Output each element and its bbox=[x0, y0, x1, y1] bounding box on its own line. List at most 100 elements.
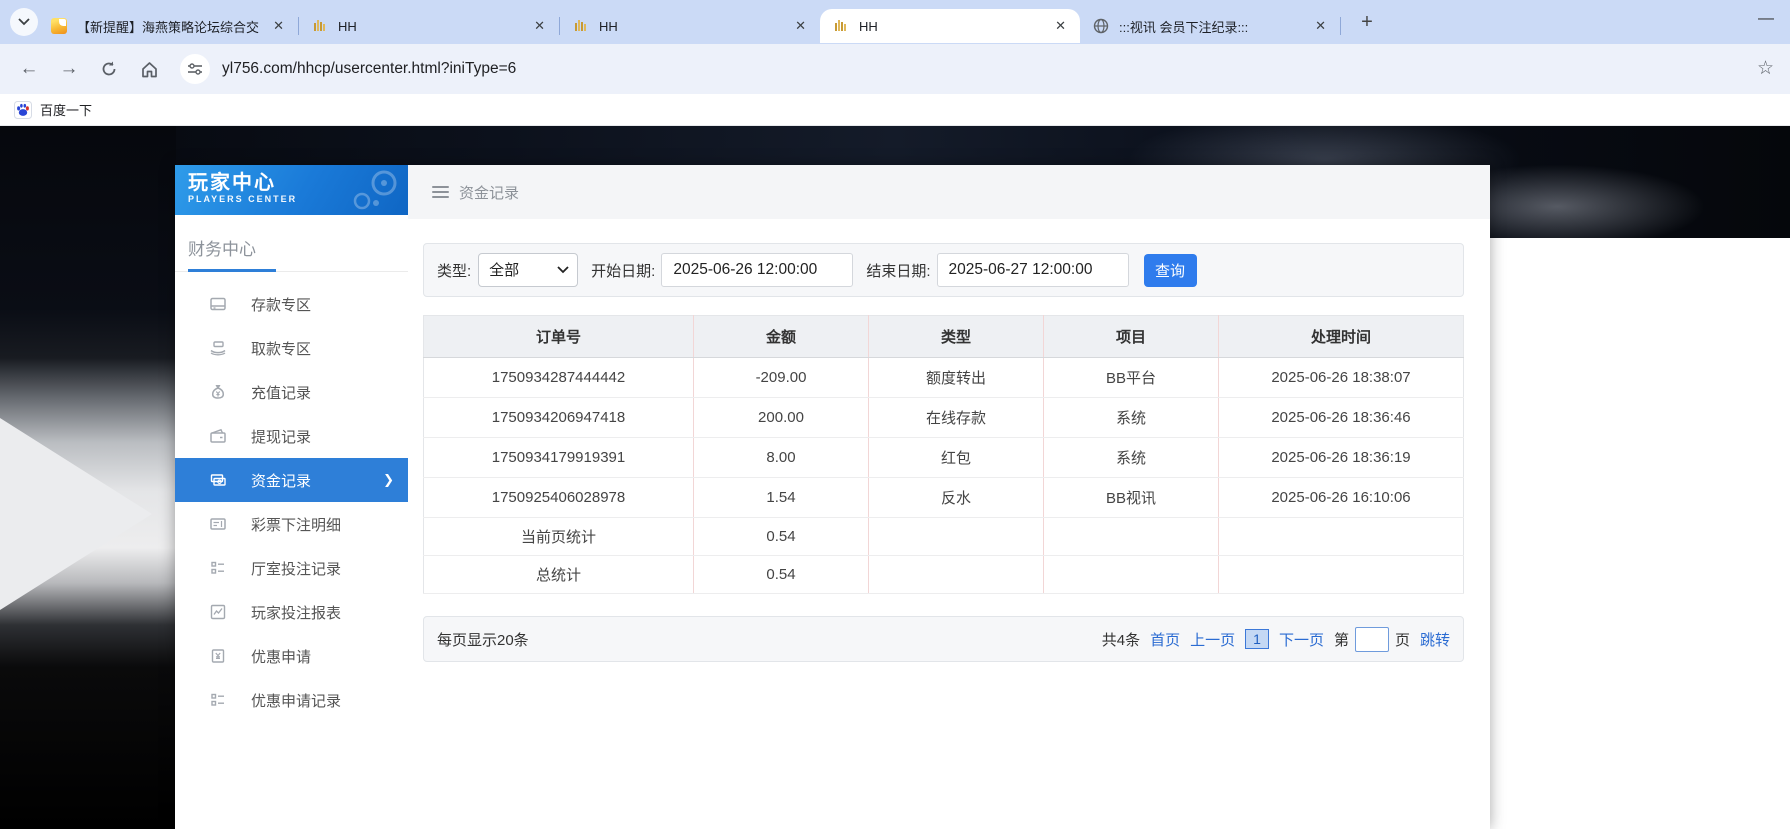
sidebar-item-deposit[interactable]: 存款专区 bbox=[175, 282, 408, 326]
withdraw-hand-icon bbox=[209, 339, 227, 357]
tab-hh-active[interactable]: HH ✕ bbox=[820, 9, 1080, 43]
tab-video-records[interactable]: :::视讯 会员下注纪录::: ✕ bbox=[1080, 9, 1340, 43]
tab-close-icon[interactable]: ✕ bbox=[269, 16, 288, 36]
cell-label: 当前页统计 bbox=[424, 518, 694, 556]
deposit-card-icon bbox=[209, 295, 227, 313]
col-process-time: 处理时间 bbox=[1219, 316, 1464, 358]
menu-icon[interactable] bbox=[432, 186, 449, 198]
cell-order-id: 1750934179919391 bbox=[424, 438, 694, 478]
cell-process-time: 2025-06-26 16:10:06 bbox=[1219, 478, 1464, 518]
sidebar-item-label: 玩家投注报表 bbox=[251, 602, 341, 623]
prev-page-link[interactable]: 上一页 bbox=[1190, 629, 1235, 650]
cell-project: BB平台 bbox=[1044, 358, 1219, 398]
col-project: 项目 bbox=[1044, 316, 1219, 358]
page-title: 资金记录 bbox=[459, 182, 519, 203]
tab-title: HH bbox=[599, 19, 791, 34]
sidebar-item-label: 存款专区 bbox=[251, 294, 311, 315]
sidebar-item-withdraw-zone[interactable]: 取款专区 bbox=[175, 326, 408, 370]
cell-amount: 0.54 bbox=[694, 556, 869, 594]
sidebar-item-withdraw-records[interactable]: 提现记录 bbox=[175, 414, 408, 458]
report-chart-icon bbox=[209, 603, 227, 621]
cell-amount: 0.54 bbox=[694, 518, 869, 556]
cell-process-time: 2025-06-26 18:36:46 bbox=[1219, 398, 1464, 438]
tab-close-icon[interactable]: ✕ bbox=[791, 16, 810, 36]
col-type: 类型 bbox=[869, 316, 1044, 358]
sidebar-header: 玩家中心 PLAYERS CENTER bbox=[175, 165, 408, 215]
ticket-icon bbox=[209, 515, 227, 533]
cell-amount: 1.54 bbox=[694, 478, 869, 518]
sidebar-item-promo-records[interactable]: 优惠申请记录 bbox=[175, 678, 408, 722]
back-icon[interactable]: ← bbox=[18, 58, 40, 80]
funds-table: 订单号 金额 类型 项目 处理时间 1750934287444442 -209.… bbox=[423, 315, 1464, 594]
sidebar-item-funds-records[interactable]: 资金记录 ❯ bbox=[175, 458, 408, 502]
address-bar[interactable]: yl756.com/hhcp/usercenter.html?iniType=6 bbox=[222, 60, 516, 78]
tab-close-icon[interactable]: ✕ bbox=[1051, 16, 1070, 36]
sidebar-item-recharge-records[interactable]: 充值记录 bbox=[175, 370, 408, 414]
tab-hh-2[interactable]: HH ✕ bbox=[560, 9, 820, 43]
background-wedge-shape bbox=[0, 418, 152, 610]
tab-search-button[interactable] bbox=[10, 8, 38, 36]
cell-empty bbox=[1044, 556, 1219, 594]
chevron-down-icon bbox=[18, 18, 30, 26]
hh-gold-icon bbox=[311, 17, 329, 35]
gamepad-icon bbox=[346, 169, 400, 215]
promo-icon bbox=[209, 647, 227, 665]
sidebar-item-label: 取款专区 bbox=[251, 338, 311, 359]
type-select[interactable]: 全部 bbox=[478, 253, 578, 287]
end-date-input[interactable] bbox=[937, 253, 1129, 287]
jump-suffix-label: 页 bbox=[1395, 629, 1410, 650]
sidebar-item-label: 优惠申请记录 bbox=[251, 690, 341, 711]
table-row: 1750925406028978 1.54 反水 BB视讯 2025-06-26… bbox=[424, 478, 1464, 518]
next-page-link[interactable]: 下一页 bbox=[1279, 629, 1324, 650]
tab-forum[interactable]: 【新提醒】海燕策略论坛综合交 ✕ bbox=[38, 9, 298, 43]
cell-type: 反水 bbox=[869, 478, 1044, 518]
bookmark-item-baidu[interactable]: 百度一下 bbox=[40, 100, 92, 119]
sidebar-item-player-report[interactable]: 玩家投注报表 bbox=[175, 590, 408, 634]
globe-icon bbox=[1092, 17, 1110, 35]
cell-empty bbox=[1044, 518, 1219, 556]
tab-close-icon[interactable]: ✕ bbox=[1311, 16, 1330, 36]
tab-divider bbox=[1340, 17, 1341, 35]
bookmark-star-icon[interactable]: ☆ bbox=[1757, 57, 1774, 80]
jump-page-input[interactable] bbox=[1355, 627, 1389, 652]
site-info-icon[interactable] bbox=[180, 54, 210, 84]
promo-list-icon bbox=[209, 691, 227, 709]
table-row-grand-total: 总统计 0.54 bbox=[424, 556, 1464, 594]
page-header: 资金记录 bbox=[408, 165, 1490, 219]
table-row: 1750934206947418 200.00 在线存款 系统 2025-06-… bbox=[424, 398, 1464, 438]
col-amount: 金额 bbox=[694, 316, 869, 358]
sidebar-item-lottery-details[interactable]: 彩票下注明细 bbox=[175, 502, 408, 546]
sidebar-menu: 存款专区 取款专区 充值记录 bbox=[175, 272, 408, 722]
forward-icon[interactable]: → bbox=[58, 58, 80, 80]
tab-hh-1[interactable]: HH ✕ bbox=[299, 9, 559, 43]
sidebar-item-label: 资金记录 bbox=[251, 470, 311, 491]
sidebar-item-hall-bet-records[interactable]: 厅室投注记录 bbox=[175, 546, 408, 590]
cell-order-id: 1750934206947418 bbox=[424, 398, 694, 438]
cell-process-time: 2025-06-26 18:38:07 bbox=[1219, 358, 1464, 398]
first-page-link[interactable]: 首页 bbox=[1150, 629, 1180, 650]
minimize-button[interactable]: — bbox=[1758, 10, 1774, 28]
sidebar-item-promo-apply[interactable]: 优惠申请 bbox=[175, 634, 408, 678]
reload-icon[interactable] bbox=[98, 58, 120, 80]
new-tab-button[interactable]: + bbox=[1353, 8, 1381, 36]
tab-title: HH bbox=[859, 19, 1051, 34]
baidu-favicon bbox=[14, 101, 32, 119]
start-date-input[interactable] bbox=[661, 253, 853, 287]
tab-title: 【新提醒】海燕策略论坛综合交 bbox=[77, 17, 269, 36]
hall-list-icon bbox=[209, 559, 227, 577]
cell-type: 红包 bbox=[869, 438, 1044, 478]
cell-amount: 8.00 bbox=[694, 438, 869, 478]
search-button[interactable]: 查询 bbox=[1144, 254, 1197, 287]
start-date-label: 开始日期: bbox=[591, 260, 655, 281]
chevron-right-icon: ❯ bbox=[383, 472, 394, 488]
mail-icon bbox=[50, 17, 68, 35]
section-underline bbox=[175, 271, 408, 272]
cell-empty bbox=[1219, 556, 1464, 594]
sidebar-item-label: 优惠申请 bbox=[251, 646, 311, 667]
end-date-label: 结束日期: bbox=[866, 260, 930, 281]
home-icon[interactable] bbox=[138, 58, 160, 80]
jump-button[interactable]: 跳转 bbox=[1420, 629, 1450, 650]
hh-gold-icon bbox=[572, 17, 590, 35]
tab-close-icon[interactable]: ✕ bbox=[530, 16, 549, 36]
main-content: 资金记录 类型: 全部 开始日期: 结束日期: 查询 bbox=[408, 165, 1490, 829]
